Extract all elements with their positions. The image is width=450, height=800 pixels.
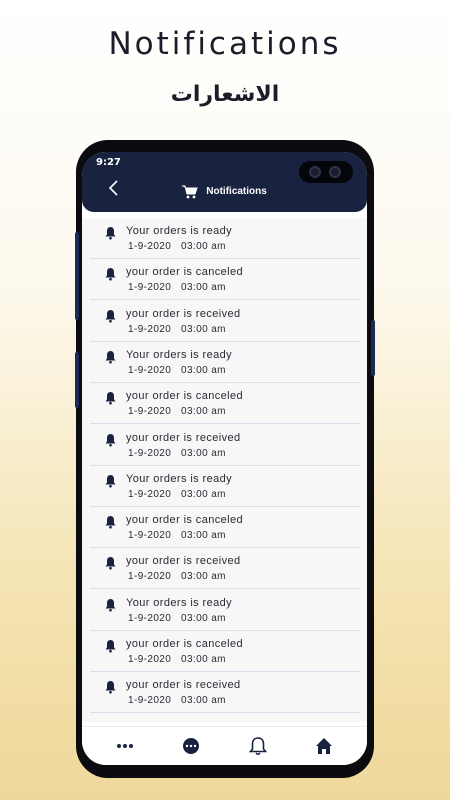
notification-item[interactable]: your order is received 1-9-2020 03:00 am bbox=[90, 672, 360, 714]
notification-date: 1-9-2020 bbox=[128, 571, 172, 583]
notification-item[interactable]: your order is received 1-9-2020 03:00 am bbox=[90, 548, 360, 590]
notifications-list: Your orders is ready 1-9-2020 03:00 am your… bbox=[82, 218, 367, 722]
notification-item[interactable]: your order is canceled 1-9-2020 03:00 am bbox=[90, 631, 360, 672]
notification-date: 1-9-2020 bbox=[128, 530, 172, 542]
notification-text: your order is canceled bbox=[126, 390, 244, 403]
notification-date: 1-9-2020 bbox=[128, 612, 172, 624]
camera-notch bbox=[299, 161, 353, 183]
promo-title: Notifications bbox=[108, 26, 342, 62]
notification-date: 1-9-2020 bbox=[128, 447, 172, 459]
notification-time: 03:00 am bbox=[181, 654, 226, 665]
notification-date: 1-9-2020 bbox=[128, 488, 172, 500]
app-bar-title: Notifications bbox=[206, 186, 267, 197]
notification-item[interactable]: your order is canceled 1-9-2020 03:00 am bbox=[90, 507, 360, 549]
notification-item[interactable]: your order is received 1-9-2020 03:00 am bbox=[90, 425, 360, 466]
notification-date: 1-9-2020 bbox=[128, 654, 172, 665]
app-bar: 9:27 Notifications bbox=[82, 152, 367, 212]
notification-date: 1-9-2020 bbox=[128, 282, 172, 294]
camera-lens-icon bbox=[329, 166, 341, 178]
notification-text: your order is received bbox=[126, 555, 241, 568]
notification-item[interactable]: Your orders is ready 1-9-2020 03:00 am bbox=[90, 342, 360, 383]
bell-icon[interactable] bbox=[247, 735, 269, 757]
camera-lens-icon bbox=[309, 166, 321, 178]
status-time: 9:27 bbox=[96, 157, 121, 168]
phone-screen: 9:27 Notifications Your orders is ready 1… bbox=[82, 152, 367, 765]
notification-item[interactable]: Your orders is ready 1-9-2020 03:00 am bbox=[90, 466, 360, 507]
notification-time: 03:00 am bbox=[181, 406, 226, 418]
notification-date: 1-9-2020 bbox=[128, 241, 172, 252]
notification-text: your order is canceled bbox=[126, 514, 244, 527]
bell-icon bbox=[105, 350, 116, 364]
notification-date: 1-9-2020 bbox=[128, 695, 172, 707]
notification-text: Your orders is ready bbox=[126, 596, 233, 609]
notification-time: 03:00 am bbox=[181, 612, 226, 624]
notification-item[interactable]: Your orders is ready 1-9-2020 03:00 am bbox=[90, 590, 360, 631]
phone-side-button bbox=[371, 320, 375, 376]
chat-icon[interactable] bbox=[180, 735, 202, 757]
notification-text: your order is received bbox=[126, 307, 241, 320]
notification-text: your order is canceled bbox=[126, 266, 244, 279]
notification-item[interactable]: your order is received 1-9-2020 03:00 am bbox=[90, 301, 360, 342]
bell-icon bbox=[105, 433, 116, 446]
bell-icon bbox=[105, 227, 116, 240]
phone-side-button bbox=[75, 352, 79, 408]
notification-item[interactable]: your order is canceled 1-9-2020 03:00 am bbox=[90, 383, 360, 425]
notification-time: 03:00 am bbox=[181, 571, 226, 583]
app-bar-title-group: Notifications bbox=[82, 181, 367, 200]
notification-time: 03:00 am bbox=[181, 241, 226, 252]
notification-text: Your orders is ready bbox=[126, 225, 233, 237]
bell-icon bbox=[105, 392, 116, 405]
notification-time: 03:00 am bbox=[181, 282, 226, 294]
notification-item[interactable]: your order is canceled 1-9-2020 03:00 am bbox=[90, 259, 360, 301]
notification-time: 03:00 am bbox=[181, 323, 226, 335]
notification-text: your order is received bbox=[126, 679, 241, 692]
notification-time: 03:00 am bbox=[181, 364, 226, 376]
more-icon[interactable] bbox=[114, 735, 136, 757]
notification-date: 1-9-2020 bbox=[128, 406, 172, 418]
notification-date: 1-9-2020 bbox=[128, 323, 172, 335]
bell-icon bbox=[105, 640, 116, 653]
home-icon[interactable] bbox=[313, 735, 335, 757]
notification-time: 03:00 am bbox=[181, 488, 226, 500]
notification-text: your order is canceled bbox=[126, 638, 244, 650]
bottom-nav bbox=[82, 726, 367, 765]
notification-text: your order is received bbox=[126, 431, 241, 444]
bell-icon bbox=[105, 309, 116, 323]
notification-item[interactable]: Your orders is ready 1-9-2020 03:00 am bbox=[90, 218, 360, 259]
bell-icon bbox=[105, 268, 116, 281]
notification-date: 1-9-2020 bbox=[128, 364, 172, 376]
notification-time: 03:00 am bbox=[181, 530, 226, 542]
promo-subtitle: الاشعارات bbox=[170, 82, 280, 107]
cart-icon bbox=[182, 185, 198, 198]
bell-icon bbox=[105, 474, 116, 488]
bell-icon bbox=[105, 598, 116, 612]
notification-text: Your orders is ready bbox=[126, 348, 233, 361]
notification-text: Your orders is ready bbox=[126, 472, 233, 485]
bell-icon bbox=[105, 516, 116, 529]
notification-time: 03:00 am bbox=[181, 447, 226, 459]
phone-side-button bbox=[75, 232, 79, 320]
bell-icon bbox=[105, 681, 116, 694]
notification-time: 03:00 am bbox=[181, 695, 226, 707]
bell-icon bbox=[105, 557, 116, 570]
